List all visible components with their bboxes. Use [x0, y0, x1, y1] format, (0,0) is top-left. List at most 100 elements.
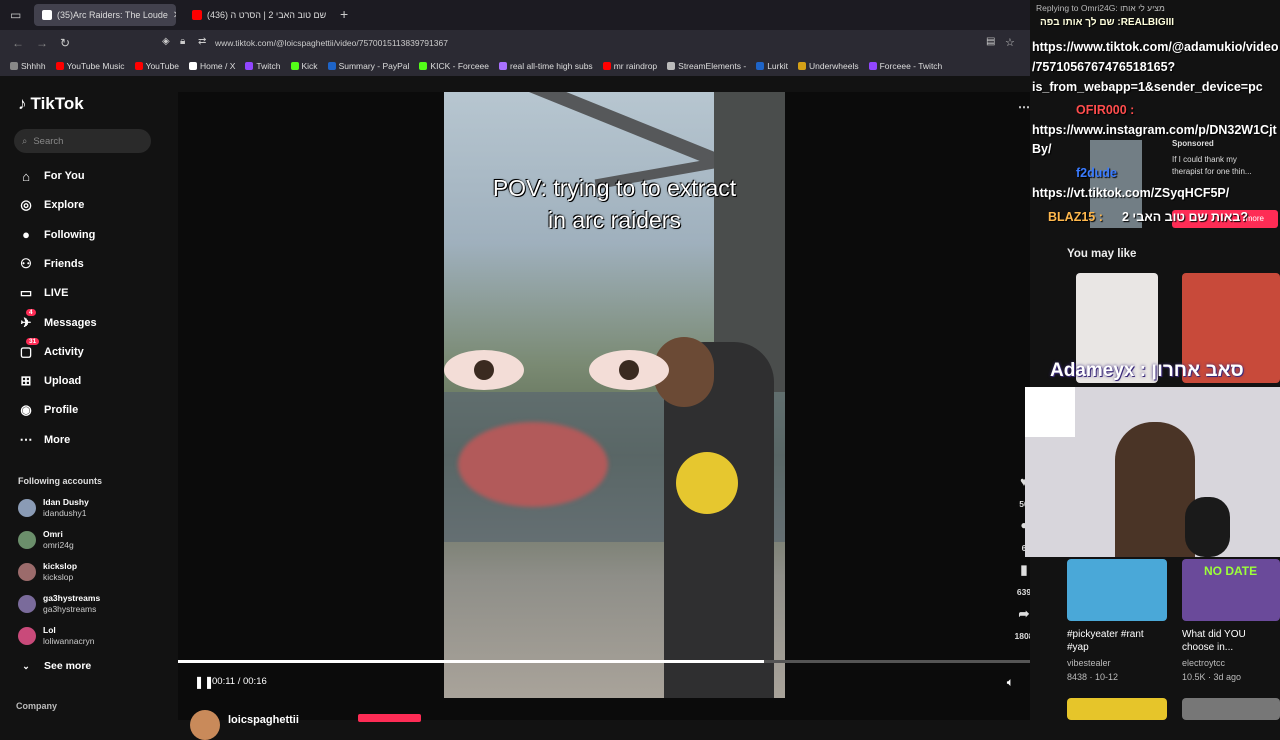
sidebar-item-activity[interactable]: ▢ 31 Activity	[18, 337, 84, 360]
bookmark-icon	[327, 62, 336, 70]
lock-icon[interactable]: 🔒︎	[180, 36, 185, 47]
bookmark-item[interactable]: Shhhh	[10, 61, 46, 71]
video-caption: POV: trying to to extract in arc raiders	[444, 172, 785, 236]
bookmark-item[interactable]: KICK - Forceee	[419, 61, 489, 71]
streamer-webcam	[1025, 387, 1280, 557]
bookmark-icon	[419, 62, 428, 70]
home-icon: ⌂	[22, 168, 30, 184]
eye-overlay	[589, 350, 669, 390]
follow-button[interactable]	[358, 714, 421, 722]
rec-author[interactable]: electroytcc	[1182, 658, 1225, 668]
bookmark-icon	[756, 62, 765, 70]
sidebar-item-explore[interactable]: ◎ Explore	[18, 197, 84, 213]
bookmark-item[interactable]: Lurkit	[756, 61, 788, 71]
close-icon[interactable]: ✕	[173, 10, 176, 21]
permissions-icon[interactable]: ⇄	[198, 36, 206, 47]
smiley-shirt-graphic	[676, 452, 738, 514]
sidebar-item-friends[interactable]: ⚇ Friends	[18, 256, 84, 272]
webcam-overlay-text: Adameyx : סאב אחרון	[1050, 360, 1244, 381]
sponsored-ad[interactable]: Sponsored If I could thank my therapist …	[1172, 138, 1252, 178]
tab-active[interactable]: (35)Arc Raiders: The Loude ✕	[34, 4, 176, 26]
tab-youtube[interactable]: (436) שם טוב האבי 2 | הסרט ה ✕	[184, 4, 330, 26]
author-name[interactable]: loicspaghettii	[228, 714, 299, 726]
chat-message: /7571056767476518165?	[1032, 60, 1176, 74]
bookmark-item[interactable]: Underwheels	[797, 61, 859, 71]
bookmark-item[interactable]: mr raindrop	[602, 61, 657, 71]
sidebar-item-label: Activity	[44, 345, 84, 358]
account-handle: loliwannacryn	[43, 636, 95, 646]
sidebar-item-profile[interactable]: ◉ Profile	[18, 402, 78, 418]
recommendation-title[interactable]: #pickyeater #rant #yap	[1067, 628, 1144, 654]
tab-title: (35)Arc Raiders: The Loude	[57, 10, 168, 20]
address-bar: ← → ↻ ◈ 🔒︎ ⇄ www.tiktok.com/@loicspaghet…	[0, 30, 1030, 56]
rec-author[interactable]: vibestealer	[1067, 658, 1111, 668]
bookmark-label: StreamElements -	[678, 61, 747, 71]
see-more-button[interactable]: ⌄ See more	[18, 658, 91, 674]
new-tab-icon[interactable]: +	[340, 6, 348, 22]
following-account[interactable]: Lol loliwannacryn	[18, 625, 95, 647]
forward-icon[interactable]: →	[36, 36, 48, 50]
following-account[interactable]: kickslop kickslop	[18, 561, 77, 583]
bookmark-item[interactable]: real all-time high subs	[499, 61, 593, 71]
recommendation-title[interactable]: What did YOU choose in...	[1182, 628, 1246, 654]
notification-badge: 4	[26, 308, 36, 316]
reload-icon[interactable]: ↻	[60, 36, 70, 50]
shield-icon[interactable]: ◈	[162, 36, 170, 47]
sidebar-item-more[interactable]: ⋯ More	[18, 432, 71, 448]
recommendation-thumbnail[interactable]: NO DATE	[1182, 559, 1280, 621]
rec-meta: 10.5K · 3d ago	[1182, 672, 1242, 682]
author-avatar[interactable]	[190, 710, 220, 740]
following-icon: ●	[22, 227, 30, 243]
sidebar-item-label: LIVE	[44, 287, 69, 300]
sidebar-item-for-you[interactable]: ⌂ For You	[18, 168, 85, 184]
bookmark-item[interactable]: Kick	[290, 61, 318, 71]
sidebar-item-label: For You	[44, 170, 85, 182]
bookmark-item[interactable]: Home / X	[188, 61, 235, 71]
sidebar-item-following[interactable]: ● Following	[18, 227, 95, 243]
chat-message: is_from_webapp=1&sender_device=pc	[1032, 80, 1263, 94]
recommendation-thumbnail[interactable]	[1067, 559, 1167, 621]
volume-icon[interactable]: 🔈︎	[1007, 675, 1014, 690]
sidebar-item-upload[interactable]: ⊞ Upload	[18, 373, 82, 389]
bookmark-item[interactable]: YouTube	[134, 61, 179, 71]
video-progress-bar[interactable]	[178, 660, 1030, 663]
ad-text: If I could thank my	[1172, 155, 1237, 164]
bookmark-item[interactable]: StreamElements -	[667, 61, 746, 71]
sidebar-item-messages[interactable]: ✈ 4 Messages	[18, 308, 97, 331]
bookmark-icon	[667, 62, 676, 70]
video-frame[interactable]: POV: trying to to extract in arc raiders	[444, 92, 785, 698]
following-account[interactable]: Omri omri24g	[18, 529, 74, 551]
bookmark-item[interactable]: Forceee - Twitch	[868, 61, 942, 71]
rec-title-line: #pickyeater #rant	[1067, 629, 1144, 640]
account-name: Lol	[43, 625, 56, 635]
video-player[interactable]: POV: trying to to extract in arc raiders…	[178, 92, 1030, 740]
back-icon[interactable]: ←	[12, 36, 24, 50]
chat-username: f2dude	[1076, 166, 1117, 180]
reader-view-icon[interactable]: ▤	[986, 36, 995, 47]
recommendation-thumbnail[interactable]	[1067, 698, 1167, 720]
bookmark-item[interactable]: YouTube Music	[55, 61, 125, 71]
chat-username: BLAZ15 :	[1048, 210, 1103, 224]
eye-overlay	[444, 350, 524, 390]
following-account[interactable]: ga3hystreams ga3hystreams	[18, 593, 100, 615]
company-link[interactable]: Company	[16, 701, 57, 711]
avatar	[18, 627, 36, 645]
sidebar-item-label: Upload	[44, 375, 82, 388]
rec-title-line: #yap	[1067, 642, 1089, 653]
following-account[interactable]: Idan Dushy idandushy1	[18, 497, 89, 519]
search-input[interactable]: ⌕ Search	[14, 129, 151, 153]
url-field[interactable]: www.tiktok.com/@loicspaghettii/video/757…	[215, 38, 448, 48]
search-icon: ⌕	[22, 135, 28, 147]
bookmark-item[interactable]: Twitch	[245, 61, 281, 71]
tab-list-icon[interactable]: ▭	[10, 8, 21, 22]
chat-username: OFIR000 :	[1076, 103, 1135, 117]
sidebar-item-live[interactable]: ▭ LIVE	[18, 285, 69, 301]
tiktok-logo[interactable]: ♪ TikTok	[18, 94, 84, 114]
recommendation-thumbnail[interactable]	[1182, 698, 1280, 720]
avatar	[18, 531, 36, 549]
account-name: Omri	[43, 529, 63, 539]
rec-meta: 8438 · 10-12	[1067, 672, 1119, 682]
bookmark-item[interactable]: Summary - PayPal	[327, 61, 409, 71]
bookmark-star-icon[interactable]: ☆	[1005, 36, 1015, 49]
caption-line: in arc raiders	[548, 207, 681, 233]
